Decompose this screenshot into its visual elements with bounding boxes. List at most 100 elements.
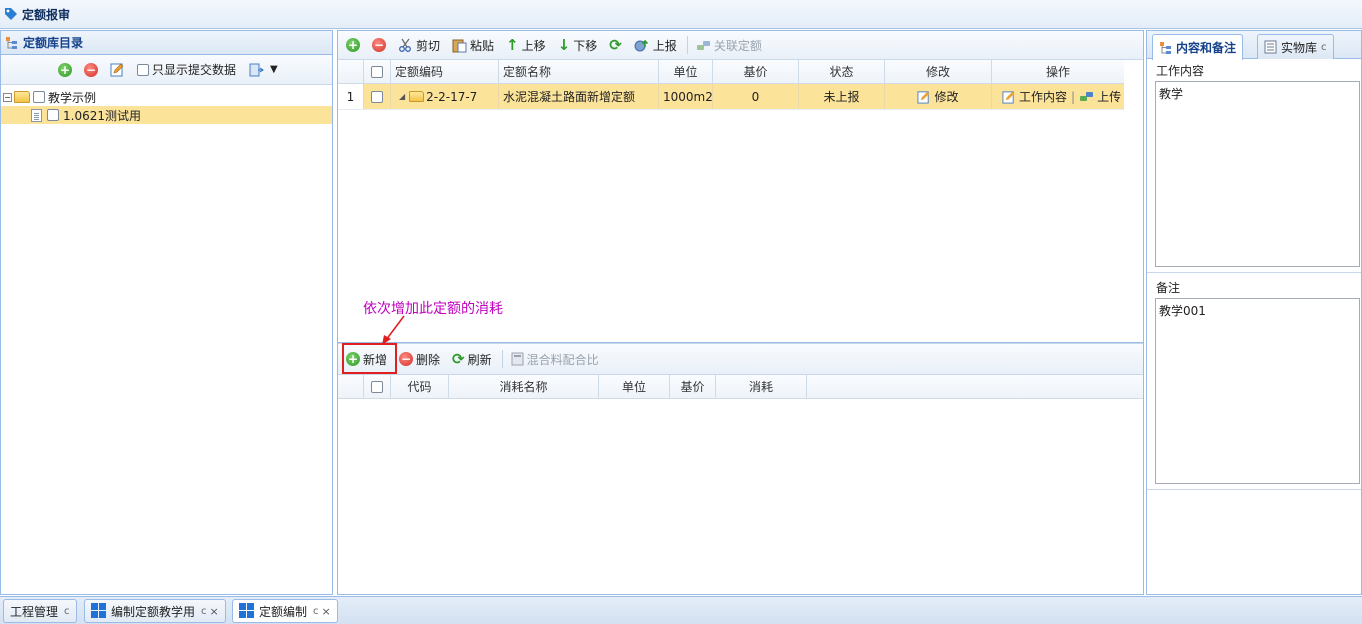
reload-icon[interactable]: c [1321,42,1327,53]
tree-checkbox[interactable] [47,109,59,121]
arrow-up-icon: ↑ [506,36,519,54]
edit-category-button[interactable] [108,59,127,81]
col-edit[interactable]: 修改 [885,60,992,83]
delete-quota-button[interactable]: − [370,34,388,56]
consumption-pane: + 新增 − 删除 ⟳ 刷新 混合料配合比 代码 消耗名称 单位 基价 消耗 [338,342,1143,594]
note-label: 备注 [1156,280,1181,295]
refresh-icon: ⟳ [452,350,465,368]
link-icon [696,40,710,50]
tab-label: 工程管理 [10,604,59,619]
move-down-label: 下移 [573,38,598,53]
tree-node-root[interactable]: − 教学示例 [1,88,332,106]
windows-icon [91,603,107,619]
tab-material-library-label: 实物库 [1281,40,1318,55]
delete-consumption-button[interactable]: − 删除 [397,348,442,370]
col-unit[interactable]: 单位 [599,375,670,398]
right-tabstrip: 内容和备注 实物库 c [1147,31,1361,60]
windows-icon [239,603,255,619]
field-divider [1147,268,1361,273]
reload-icon[interactable]: c [313,606,319,617]
quota-library-title: 定额库目录 [23,36,84,50]
paste-button[interactable]: 粘贴 [450,34,496,56]
quota-library-header: 定额库目录 [1,31,332,55]
row-number: 1 [338,84,364,109]
tab-project-management[interactable]: 工程管理 c [3,599,77,623]
cut-button[interactable]: 剪切 [396,34,442,56]
add-category-button[interactable]: + [56,59,74,81]
reload-icon[interactable]: c [64,606,70,617]
col-code[interactable]: 代码 [391,375,449,398]
work-content-label: 工作内容 [1019,90,1068,104]
folder-icon [409,91,425,102]
quota-tree: − 教学示例 1.0621测试用 [1,85,332,124]
tab-quota-teaching[interactable]: 编制定额教学用 c × [84,599,226,623]
calculator-icon [511,352,524,366]
edit-link-label: 修改 [934,90,959,104]
cell-code: ◢ 2-2-17-7 [391,84,499,109]
col-filler [807,375,1143,398]
delete-category-button[interactable]: − [82,59,100,81]
document-icon [31,108,42,122]
col-code[interactable]: 定额编码 [391,60,499,83]
collapse-icon[interactable]: − [3,92,12,102]
select-all-checkbox[interactable] [364,375,391,398]
work-content-textarea[interactable]: 教学 [1155,81,1360,267]
edit-link[interactable]: 修改 [885,84,992,109]
work-content-link[interactable]: 工作内容 [1002,88,1067,105]
col-consumption[interactable]: 消耗 [716,375,807,398]
tab-label: 定额编制 [259,604,308,619]
edit-icon [110,63,124,77]
select-all-checkbox[interactable] [364,60,391,83]
tab-quota-editing[interactable]: 定额编制 c × [232,599,338,623]
close-icon[interactable]: × [322,605,331,618]
link-quota-button[interactable]: 关联定额 [694,34,764,56]
toolbar-separator [686,36,688,54]
col-name[interactable]: 定额名称 [499,60,659,83]
expand-arrow-icon[interactable]: ◢ [399,92,405,101]
minus-icon: − [399,352,414,366]
upload-icon [634,39,648,51]
edit-icon [917,90,930,104]
export-dropdown-button[interactable]: ▼ [246,59,280,81]
col-consumption-name[interactable]: 消耗名称 [449,375,599,398]
paste-icon [452,39,467,52]
annotation-highlight-box [342,343,397,374]
link-icon [1080,92,1094,101]
plus-icon: + [58,62,72,77]
mix-ratio-label: 混合料配合比 [526,352,599,367]
minus-icon: − [372,38,386,52]
tag-icon [5,8,17,20]
field-divider [1147,485,1361,490]
cell-name: 水泥混凝土路面新增定额 [499,84,659,109]
move-down-button[interactable]: ↓ 下移 [556,34,600,56]
close-icon[interactable]: × [210,605,219,618]
tree-node-child[interactable]: 1.0621测试用 [1,106,332,124]
delete-label: 删除 [416,352,441,367]
tab-material-library[interactable]: 实物库 c [1257,34,1334,59]
col-price[interactable]: 基价 [670,375,716,398]
tree-node-label: 教学示例 [48,90,97,105]
table-row[interactable]: 1 ◢ 2-2-17-7 水泥混凝土路面新增定额 1000m2 0 未上报 修改… [338,84,1124,110]
app-title-bar: 定额报审 [0,0,1362,29]
col-unit[interactable]: 单位 [659,60,713,83]
col-action[interactable]: 操作 [992,60,1124,83]
add-quota-button[interactable]: + [344,34,362,56]
col-status[interactable]: 状态 [799,60,885,83]
tree-checkbox[interactable] [33,91,45,103]
move-up-label: 上移 [521,38,546,53]
mix-ratio-button[interactable]: 混合料配合比 [509,348,601,370]
row-checkbox[interactable] [364,84,391,109]
tree-icon [6,36,17,49]
col-price[interactable]: 基价 [713,60,799,83]
tab-content-notes[interactable]: 内容和备注 [1152,34,1244,60]
report-button[interactable]: 上报 [632,34,679,56]
cell-status: 未上报 [799,84,885,109]
move-up-button[interactable]: ↑ 上移 [504,34,548,56]
upload-link[interactable]: 上传 [1079,88,1121,105]
show-submitted-checkbox[interactable]: 只显示提交数据 [135,59,238,81]
refresh-quota-button[interactable]: ⟳ [607,34,624,56]
minus-icon: − [84,62,98,77]
note-textarea[interactable]: 教学001 [1155,298,1360,484]
refresh-button[interactable]: ⟳ 刷新 [450,348,494,370]
reload-icon[interactable]: c [201,606,207,617]
